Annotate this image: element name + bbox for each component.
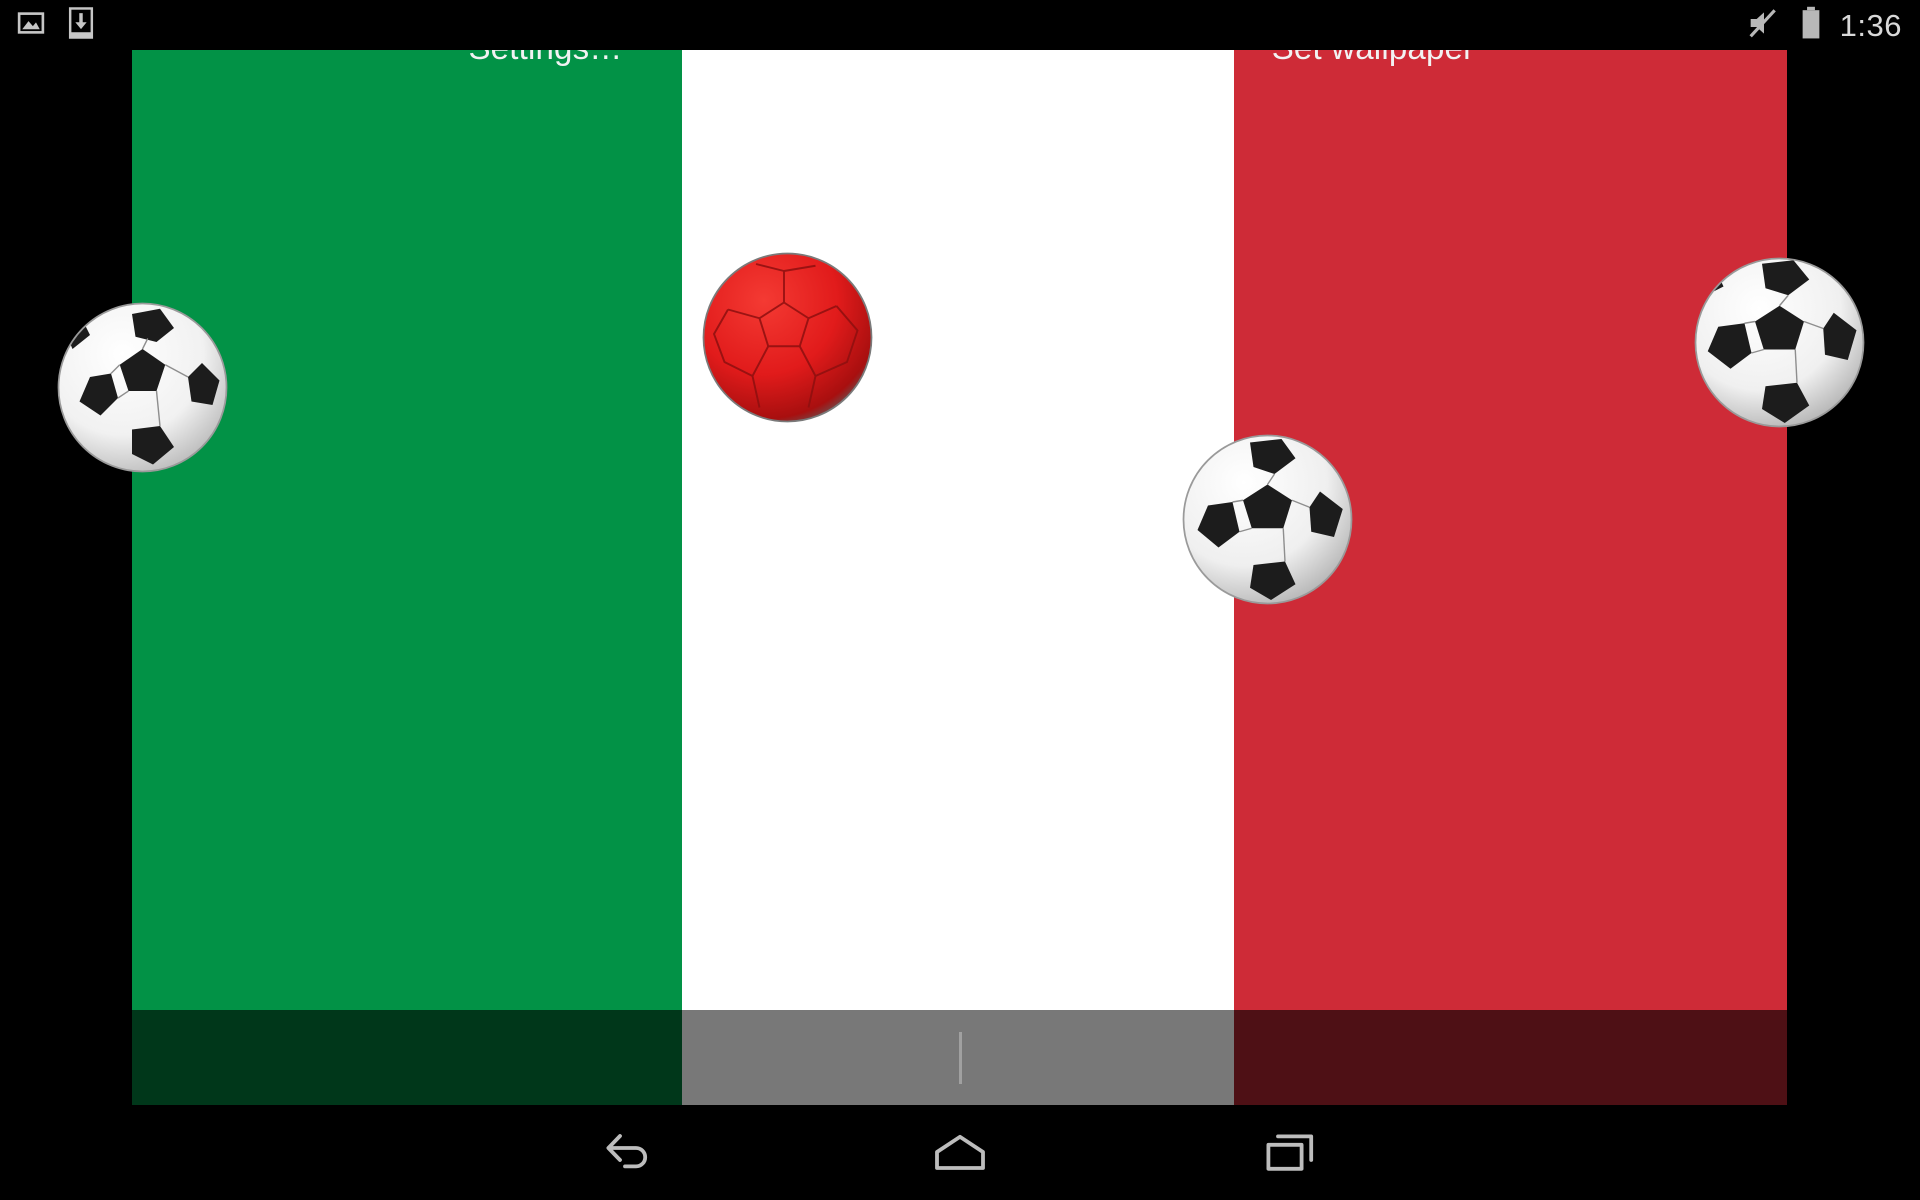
button-bar-green-segment <box>132 1010 682 1105</box>
status-bar-clock: 1:36 <box>1839 7 1902 43</box>
flag-white-band <box>682 50 1234 1105</box>
status-bar: 1:36 <box>0 0 1920 50</box>
wallpaper-preview[interactable] <box>132 50 1787 1105</box>
flag-red-band <box>1234 50 1787 1105</box>
battery-icon <box>1800 6 1822 45</box>
device-screen: 1:36 <box>0 0 1920 1200</box>
flag-green-band <box>132 50 682 1105</box>
back-button[interactable] <box>465 1105 795 1200</box>
volume-muted-icon <box>1746 7 1782 44</box>
button-bar-red-segment <box>1234 1010 1787 1105</box>
button-bar-white-segment <box>682 1010 1234 1105</box>
download-icon <box>68 7 94 44</box>
android-navigation-bar <box>0 1105 1920 1200</box>
home-button[interactable] <box>795 1105 1125 1200</box>
status-bar-right-icons: 1:36 <box>1746 0 1902 50</box>
recent-apps-button[interactable] <box>1125 1105 1455 1200</box>
screenshot-image-icon <box>16 8 46 43</box>
status-bar-left-icons <box>16 7 94 44</box>
button-divider <box>959 1032 962 1084</box>
